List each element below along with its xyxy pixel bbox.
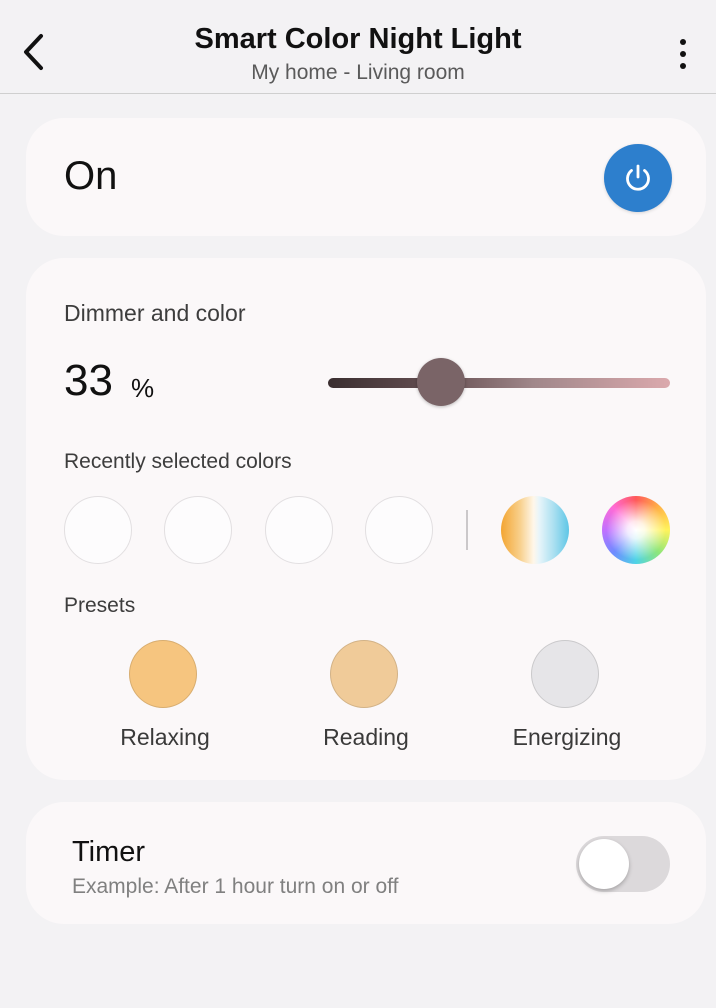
toggle-knob[interactable] [579, 839, 629, 889]
preset-label: Energizing [512, 724, 622, 750]
brightness-value: 33 [64, 356, 113, 405]
timer-card: Timer Example: After 1 hour turn on or o… [26, 802, 706, 924]
brightness-unit: % [131, 373, 155, 403]
preset-color-swatch [531, 640, 599, 708]
power-card: On [26, 118, 706, 236]
preset-color-swatch [129, 640, 197, 708]
app-header: Smart Color Night Light My home - Living… [0, 0, 716, 94]
more-vertical-icon [680, 39, 686, 45]
power-button[interactable] [604, 144, 672, 212]
color-temperature-icon[interactable] [501, 496, 569, 564]
dimmer-color-card: Dimmer and color 33 % Recently selected … [26, 258, 706, 780]
preset-color-swatch [330, 640, 398, 708]
slider-track[interactable] [328, 378, 670, 388]
brightness-slider[interactable] [328, 358, 670, 406]
preset-label: Relaxing [120, 724, 210, 750]
preset-reading[interactable]: Reading [291, 640, 441, 770]
recent-colors-label: Recently selected colors [64, 450, 292, 473]
timer-toggle[interactable] [576, 836, 670, 892]
color-wheel-icon[interactable] [602, 496, 670, 564]
recent-color-slot[interactable] [164, 496, 232, 564]
preset-relaxing[interactable]: Relaxing [90, 640, 240, 770]
recent-color-slot[interactable] [365, 496, 433, 564]
preset-label: Reading [323, 724, 409, 750]
device-location: My home - Living room [251, 61, 465, 84]
more-options-button[interactable] [664, 34, 702, 74]
preset-energizing[interactable]: Energizing [492, 640, 642, 770]
presets-label: Presets [64, 594, 136, 617]
dimmer-label: Dimmer and color [64, 300, 246, 326]
slider-thumb[interactable] [416, 358, 465, 406]
timer-description: Example: After 1 hour turn on or off [72, 875, 399, 898]
timer-title: Timer [72, 836, 146, 868]
power-state-label: On [64, 154, 118, 198]
divider [466, 510, 468, 550]
recent-color-slot[interactable] [64, 496, 132, 564]
recent-color-slot[interactable] [265, 496, 333, 564]
page-title: Smart Color Night Light [194, 23, 522, 55]
power-icon [626, 164, 650, 191]
